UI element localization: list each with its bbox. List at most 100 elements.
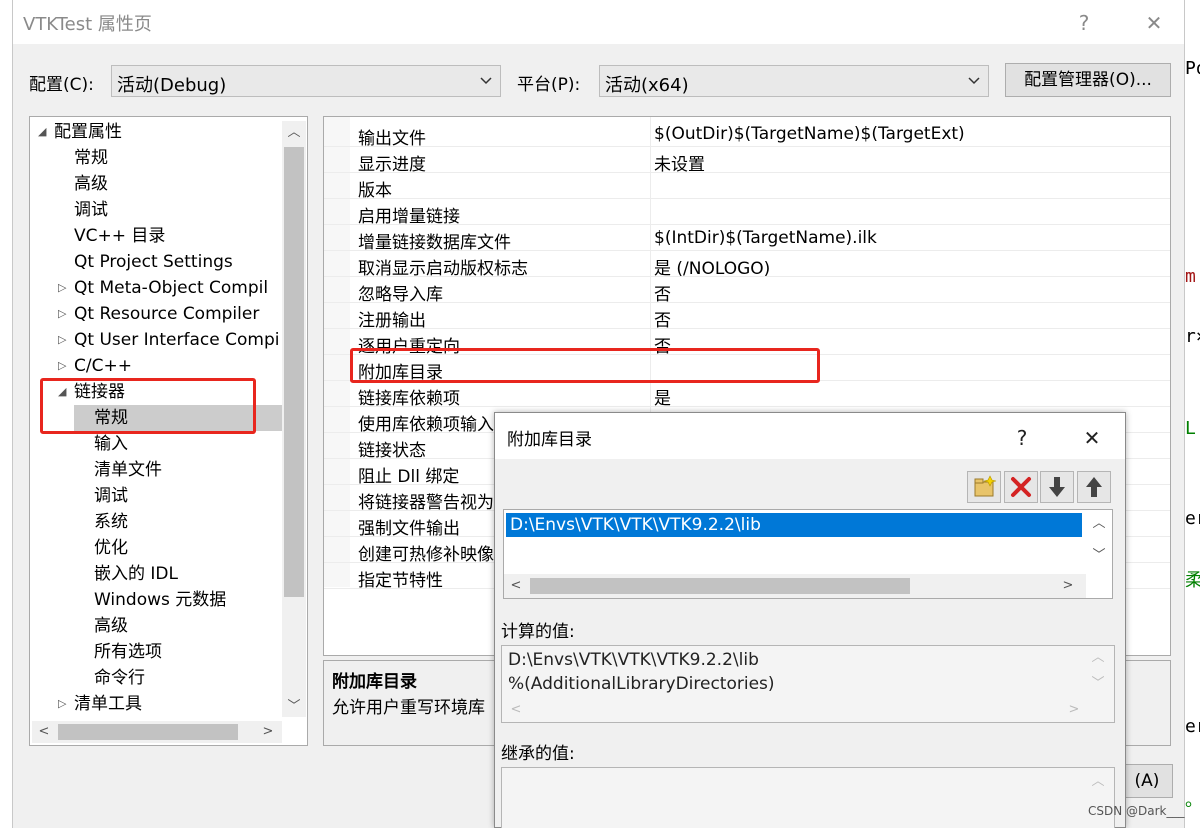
property-value[interactable]: 是 (/NOLOGO) (654, 254, 770, 279)
list-horizontal-scrollbar[interactable]: < > (504, 574, 1086, 598)
list-vertical-scrollbar[interactable]: ︿ ﹀ (1086, 510, 1112, 574)
chevron-right-icon[interactable]: > (1060, 578, 1076, 594)
collapsed-twisty-icon[interactable]: ▷ (58, 275, 68, 301)
config-manager-button[interactable]: 配置管理器(O)... (1005, 63, 1171, 97)
new-line-icon[interactable] (967, 471, 1001, 503)
chevron-down-icon[interactable]: ﹀ (1091, 548, 1107, 564)
tree-item-label: Qt Project Settings (74, 252, 233, 272)
property-name: 使用库依赖项输入 (358, 415, 494, 435)
tree-item-label: 常规 (74, 148, 108, 168)
collapsed-twisty-icon[interactable]: ▷ (58, 327, 68, 353)
help-icon[interactable]: ? (1069, 8, 1099, 38)
property-row[interactable]: 启用增量链接 (324, 199, 1170, 227)
scroll-thumb[interactable] (530, 578, 910, 594)
config-dropdown[interactable]: 活动(Debug) (111, 65, 501, 97)
sub-dialog-title: 附加库目录 (507, 430, 592, 450)
directory-list-item[interactable]: D:\Envs\VTK\VTK\VTK9.2.2\lib (506, 513, 1082, 537)
platform-dropdown[interactable]: 活动(x64) (599, 65, 989, 97)
chevron-up-icon[interactable]: ︿ (286, 125, 302, 141)
chevron-right-icon[interactable]: > (260, 724, 276, 740)
tree-item[interactable]: Windows 元数据 (30, 587, 280, 613)
scroll-thumb[interactable] (284, 147, 304, 597)
close-icon[interactable]: ✕ (1077, 423, 1107, 453)
window-title: VTKTest 属性页 (23, 14, 152, 35)
property-value[interactable]: $(OutDir)$(TargetName)$(TargetExt) (654, 124, 965, 144)
tree-item-label: 配置属性 (54, 122, 122, 142)
property-name: 链接状态 (358, 441, 426, 461)
tree-item[interactable]: 调试 (30, 483, 280, 509)
tree-item[interactable]: ▷ Qt Resource Compiler (30, 301, 280, 327)
tree-item[interactable]: 嵌入的 IDL (30, 561, 280, 587)
tree-item-label: C/C++ (74, 356, 132, 376)
property-row[interactable]: 取消显示启动版权标志 是 (/NOLOGO) (324, 251, 1170, 279)
move-down-icon[interactable] (1040, 471, 1074, 503)
property-row[interactable]: 忽略导入库 否 (324, 277, 1170, 305)
tree-item[interactable]: ▷ Qt Meta-Object Compil (30, 275, 280, 301)
tree-item[interactable]: 优化 (30, 535, 280, 561)
tree-item[interactable]: 命令行 (30, 665, 280, 691)
chevron-left-icon[interactable]: < (36, 724, 52, 740)
directory-list[interactable]: D:\Envs\VTK\VTK\VTK9.2.2\lib ︿ ﹀ < > (503, 509, 1113, 599)
move-up-icon[interactable] (1077, 471, 1111, 503)
property-name: 将链接器警告视为 (358, 493, 494, 513)
chevron-down-icon[interactable]: ﹀ (286, 699, 302, 715)
property-value[interactable]: 否 (654, 306, 671, 331)
property-name: 强制文件输出 (358, 519, 460, 539)
chevron-right-icon: > (1068, 702, 1080, 717)
property-name: 增量链接数据库文件 (358, 233, 511, 253)
tree-item[interactable]: ▷ Qt User Interface Compi (30, 327, 280, 353)
tree-item[interactable]: 高级 (30, 171, 280, 197)
computed-value-line: D:\Envs\VTK\VTK\VTK9.2.2\lib (508, 650, 759, 670)
property-name: 取消显示启动版权标志 (358, 259, 528, 279)
tree-item[interactable]: 输入 (30, 431, 280, 457)
tree-item-label: 高级 (94, 616, 128, 636)
property-name: 显示进度 (358, 155, 426, 175)
tree-item[interactable]: ◢ 配置属性 (30, 119, 280, 145)
tree-item[interactable]: 系统 (30, 509, 280, 535)
tree-vertical-scrollbar[interactable]: ︿ ﹀ (282, 121, 306, 717)
config-value: 活动(Debug) (117, 75, 227, 96)
collapsed-twisty-icon[interactable]: ▷ (58, 691, 68, 717)
property-value[interactable]: 是 (654, 384, 671, 409)
chevron-down-icon (480, 77, 492, 85)
chevron-up-icon[interactable]: ︿ (1091, 516, 1107, 532)
property-row[interactable]: 输出文件 $(OutDir)$(TargetName)$(TargetExt) (324, 121, 1170, 149)
apply-button[interactable]: (A) (1121, 764, 1173, 798)
chevron-up-icon: ︿ (1091, 774, 1105, 789)
delete-line-icon[interactable] (1004, 471, 1038, 503)
config-label: 配置(C): (29, 75, 94, 95)
tree-item[interactable]: ▷ C/C++ (30, 353, 280, 379)
tree-horizontal-scrollbar[interactable]: < > (32, 721, 282, 743)
tree-item[interactable]: 高级 (30, 613, 280, 639)
scroll-thumb[interactable] (58, 724, 238, 740)
property-value[interactable]: 否 (654, 280, 671, 305)
tree-item[interactable]: 清单文件 (30, 457, 280, 483)
property-value[interactable]: $(IntDir)$(TargetName).ilk (654, 228, 877, 248)
help-icon[interactable]: ? (1007, 423, 1037, 453)
annotation-highlight-tree (40, 378, 256, 434)
property-name: 链接库依赖项 (358, 389, 460, 409)
property-row[interactable]: 链接库依赖项 是 (324, 381, 1170, 409)
collapsed-twisty-icon[interactable]: ▷ (58, 353, 68, 379)
tree-item-label: Qt User Interface Compi (74, 330, 280, 350)
property-value[interactable]: 未设置 (654, 150, 705, 175)
chevron-left-icon[interactable]: < (508, 578, 524, 594)
property-name: 阻止 Dll 绑定 (358, 467, 460, 487)
tree-item[interactable]: VC++ 目录 (30, 223, 280, 249)
tree-item[interactable]: 所有选项 (30, 639, 280, 665)
property-row[interactable]: 显示进度 未设置 (324, 147, 1170, 175)
property-row[interactable]: 版本 (324, 173, 1170, 201)
description-title: 附加库目录 (332, 672, 417, 692)
close-icon[interactable]: ✕ (1139, 8, 1169, 38)
tree-item-label: 清单工具 (74, 694, 142, 714)
tree-item-label: Qt Resource Compiler (74, 304, 260, 324)
tree-item-label: Qt Meta-Object Compil (74, 278, 269, 298)
collapsed-twisty-icon[interactable]: ▷ (58, 301, 68, 327)
property-row[interactable]: 注册输出 否 (324, 303, 1170, 331)
property-row[interactable]: 增量链接数据库文件 $(IntDir)$(TargetName).ilk (324, 225, 1170, 253)
tree-item[interactable]: Qt Project Settings (30, 249, 280, 275)
tree-item[interactable]: 调试 (30, 197, 280, 223)
tree-item[interactable]: 常规 (30, 145, 280, 171)
expanded-twisty-icon[interactable]: ◢ (38, 119, 48, 145)
tree-item[interactable]: ▷ 清单工具 (30, 691, 280, 717)
